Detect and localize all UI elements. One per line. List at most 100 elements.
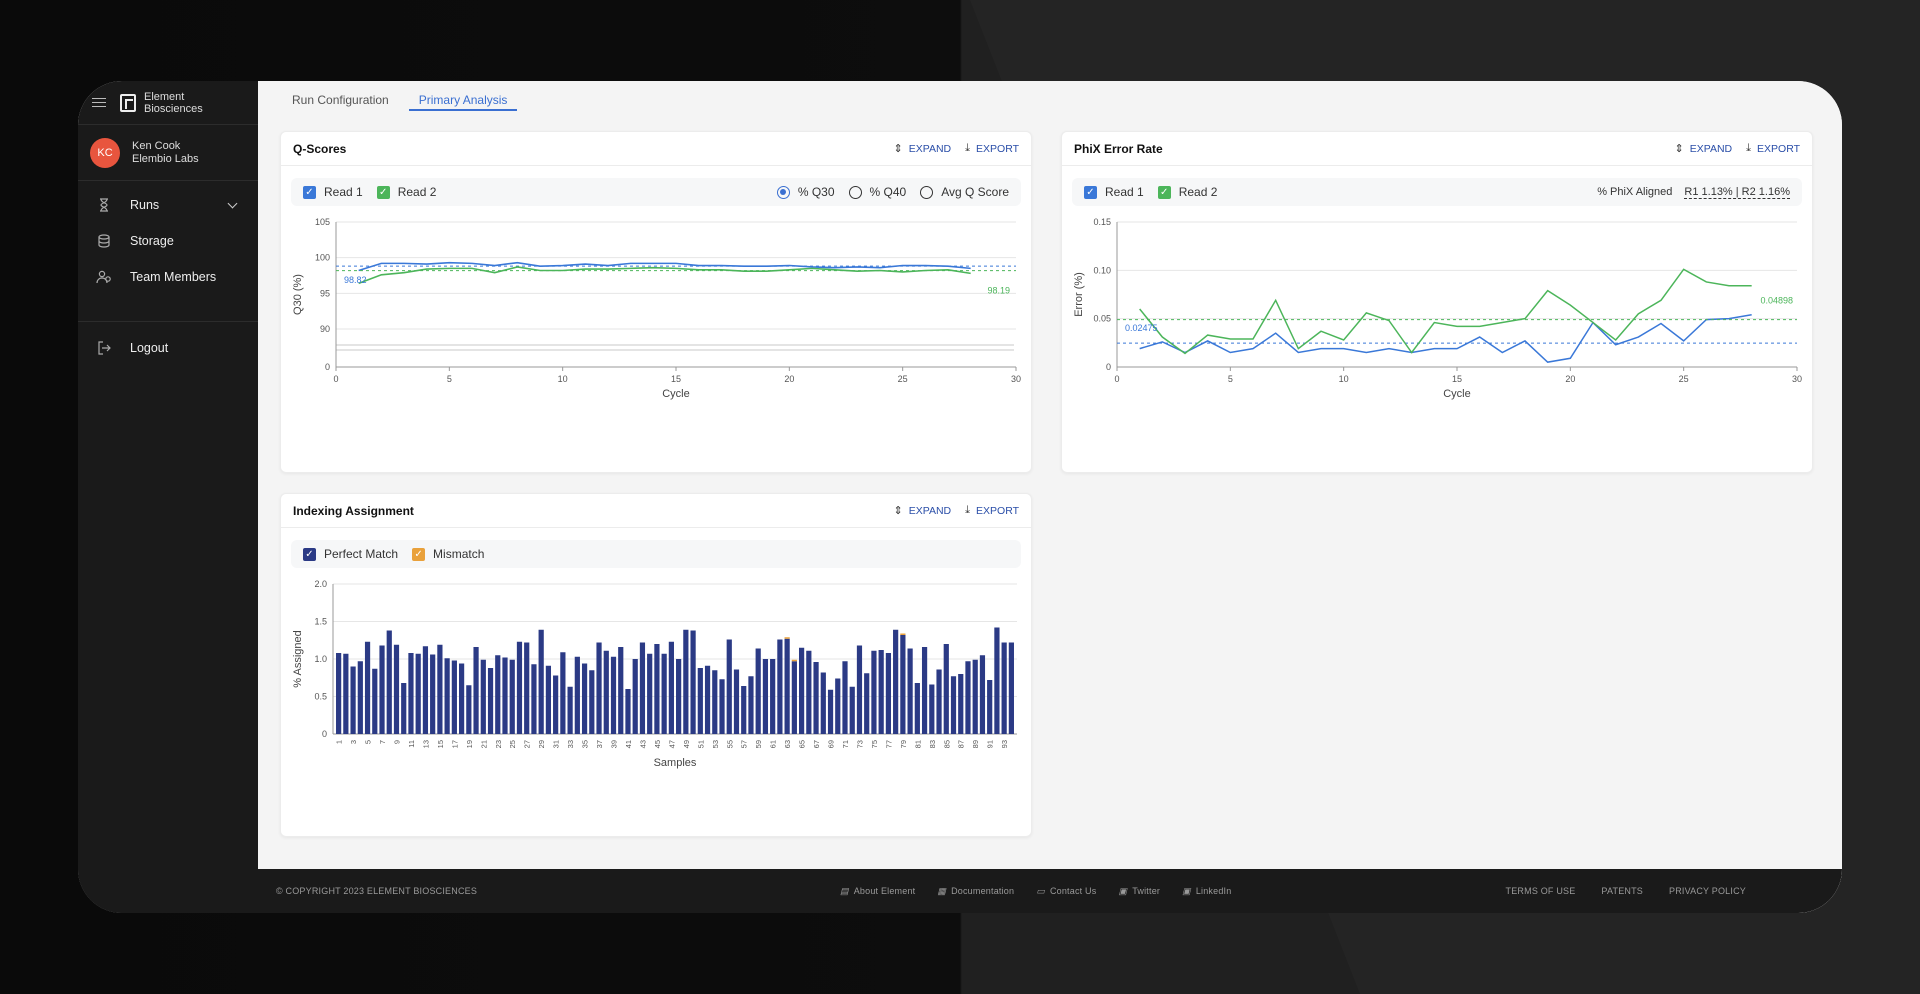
radio-icon <box>848 185 862 199</box>
bar-perfect-match <box>777 639 783 734</box>
sidebar-item-runs[interactable]: Runs <box>78 187 258 223</box>
sidebar-item-team-members[interactable]: Team Members <box>78 259 258 295</box>
bar-perfect-match <box>827 689 834 734</box>
team-icon <box>96 269 112 285</box>
twitter-icon: ▣ <box>1118 885 1128 896</box>
read1-checkbox[interactable]: ✓ Read 1 <box>1084 185 1144 199</box>
chevron-down-icon[interactable] <box>227 198 238 209</box>
expand-button[interactable]: ⇕ EXPAND <box>894 504 952 518</box>
bar-perfect-match <box>610 656 617 734</box>
phix-card: PhiX Error Rate ⇕ EXPAND ⤓ EXPORT ✓ Read 1 … <box>1061 131 1813 473</box>
tab-primary-analysis[interactable]: Primary Analysis <box>408 91 518 111</box>
expand-button[interactable]: ⇕ EXPAND <box>894 142 952 156</box>
footer-link-contact[interactable]: ▭ Contact Us <box>1036 886 1096 897</box>
q40-radio[interactable]: % Q40 <box>848 185 906 199</box>
bar-perfect-match <box>625 689 631 734</box>
y-tick-label: 0.15 <box>1093 217 1111 227</box>
bar-perfect-match <box>531 664 537 734</box>
footer-link-linkedin[interactable]: ▣ LinkedIn <box>1182 886 1231 897</box>
x-tick-label: 11 <box>407 740 416 748</box>
bar-perfect-match <box>719 679 725 734</box>
terms-link[interactable]: TERMS OF USE <box>1506 886 1576 896</box>
bar-perfect-match <box>762 659 769 734</box>
brand-line-1: Element <box>144 90 185 103</box>
x-tick-label: 55 <box>725 740 734 748</box>
bar-perfect-match <box>618 647 624 734</box>
sidebar-item-label: Team Members <box>130 270 217 284</box>
q30-radio[interactable]: % Q30 <box>776 185 835 199</box>
sidebar-item-label: Logout <box>130 341 169 355</box>
patents-link[interactable]: PATENTS <box>1601 886 1643 896</box>
bar-perfect-match <box>936 669 942 734</box>
checkbox-icon: ✓ <box>376 185 390 199</box>
x-tick-label: 79 <box>899 740 908 748</box>
legend-label: Read 1 <box>1105 185 1144 199</box>
privacy-link[interactable]: PRIVACY POLICY <box>1669 886 1746 896</box>
phix-legend: ✓ Read 1 ✓ Read 2 % PhiX Aligned R1 1.13% … <box>1072 178 1802 206</box>
download-icon: ⤓ <box>1746 142 1752 154</box>
read1-checkbox[interactable]: ✓ Read 1 <box>303 185 363 199</box>
card-title: Q-Scores <box>293 141 347 156</box>
x-tick-label: 83 <box>928 740 937 748</box>
sidebar-item-logout[interactable]: Logout <box>78 330 258 366</box>
card-title: Indexing Assignment <box>293 503 414 518</box>
expand-label: EXPAND <box>908 504 952 517</box>
bar-perfect-match <box>647 653 653 734</box>
expand-button[interactable]: ⇕ EXPAND <box>1675 142 1733 156</box>
bar-perfect-match <box>386 630 392 734</box>
y-axis-label: Q30 (%) <box>292 274 304 315</box>
x-tick-label: 47 <box>667 740 676 748</box>
element-logo-icon <box>120 93 136 112</box>
avg-q-radio[interactable]: Avg Q Score <box>920 185 1009 199</box>
x-tick-label: 15 <box>671 374 681 384</box>
bar-perfect-match <box>914 683 920 734</box>
bar-perfect-match <box>871 650 877 734</box>
footer-link-twitter[interactable]: ▣ Twitter <box>1118 886 1160 897</box>
export-button[interactable]: ⤓ EXPORT <box>1746 142 1800 155</box>
bar-perfect-match <box>408 653 414 734</box>
bar-perfect-match <box>950 676 957 734</box>
bar-perfect-match <box>574 656 580 734</box>
user-profile[interactable]: KC Ken Cook Elembio Labs <box>78 125 258 181</box>
footer-link-about[interactable]: ▤ About Element <box>840 886 915 897</box>
read2-checkbox[interactable]: ✓ Read 2 <box>1157 185 1217 199</box>
bar-perfect-match <box>979 655 986 734</box>
x-tick-label: 10 <box>558 374 568 384</box>
y-tick-label: 1.5 <box>314 617 327 627</box>
bar-perfect-match <box>958 674 964 734</box>
mean-label-read1: 98.82 <box>344 275 367 285</box>
x-tick-label: 25 <box>1679 374 1689 384</box>
export-button[interactable]: ⤓ EXPORT <box>965 504 1019 517</box>
phix-aligned-value[interactable]: R1 1.13% | R2 1.16% <box>1684 186 1790 199</box>
brand-line-2: Biosciences <box>144 102 203 115</box>
mismatch-checkbox[interactable]: ✓ Mismatch <box>412 547 484 561</box>
read2-checkbox[interactable]: ✓ Read 2 <box>376 185 437 199</box>
link-label: Twitter <box>1132 886 1161 896</box>
radio-label: % Q30 <box>797 185 835 199</box>
menu-icon[interactable] <box>92 97 106 108</box>
bar-mismatch <box>900 633 906 635</box>
x-tick-label: 20 <box>784 374 794 384</box>
x-tick-label: 27 <box>523 740 532 748</box>
bar-perfect-match <box>943 644 949 734</box>
footer-link-documentation[interactable]: ▦ Documentation <box>937 886 1014 897</box>
x-tick-label: 30 <box>1011 374 1021 384</box>
tab-run-configuration[interactable]: Run Configuration <box>292 91 397 111</box>
bar-perfect-match <box>422 646 429 734</box>
x-tick-label: 7 <box>378 740 387 744</box>
indexing-chart: 00.51.01.52.01 3 5 7 9 11 13 15 17 19 21 23 25 27 29 31… <box>292 579 1017 769</box>
bar-perfect-match <box>784 638 790 734</box>
sidebar-item-storage[interactable]: Storage <box>78 223 258 259</box>
bar-perfect-match <box>987 680 993 734</box>
x-tick-label: 15 <box>436 740 445 748</box>
perfect-match-checkbox[interactable]: ✓ Perfect Match <box>303 547 398 561</box>
footer: © COPYRIGHT 2023 ELEMENT BIOSCIENCES ▤ Ab… <box>258 869 1842 913</box>
expand-label: EXPAND <box>1689 142 1733 155</box>
x-tick-label: 3 <box>349 740 358 744</box>
x-tick-label: 77 <box>884 740 893 748</box>
mean-label-read2: 0.04898 <box>1760 296 1793 306</box>
x-tick-label: 20 <box>1565 374 1575 384</box>
legend-label: Read 2 <box>397 185 437 199</box>
mean-label-read1: 0.02475 <box>1125 323 1158 333</box>
export-button[interactable]: ⤓ EXPORT <box>965 142 1019 155</box>
